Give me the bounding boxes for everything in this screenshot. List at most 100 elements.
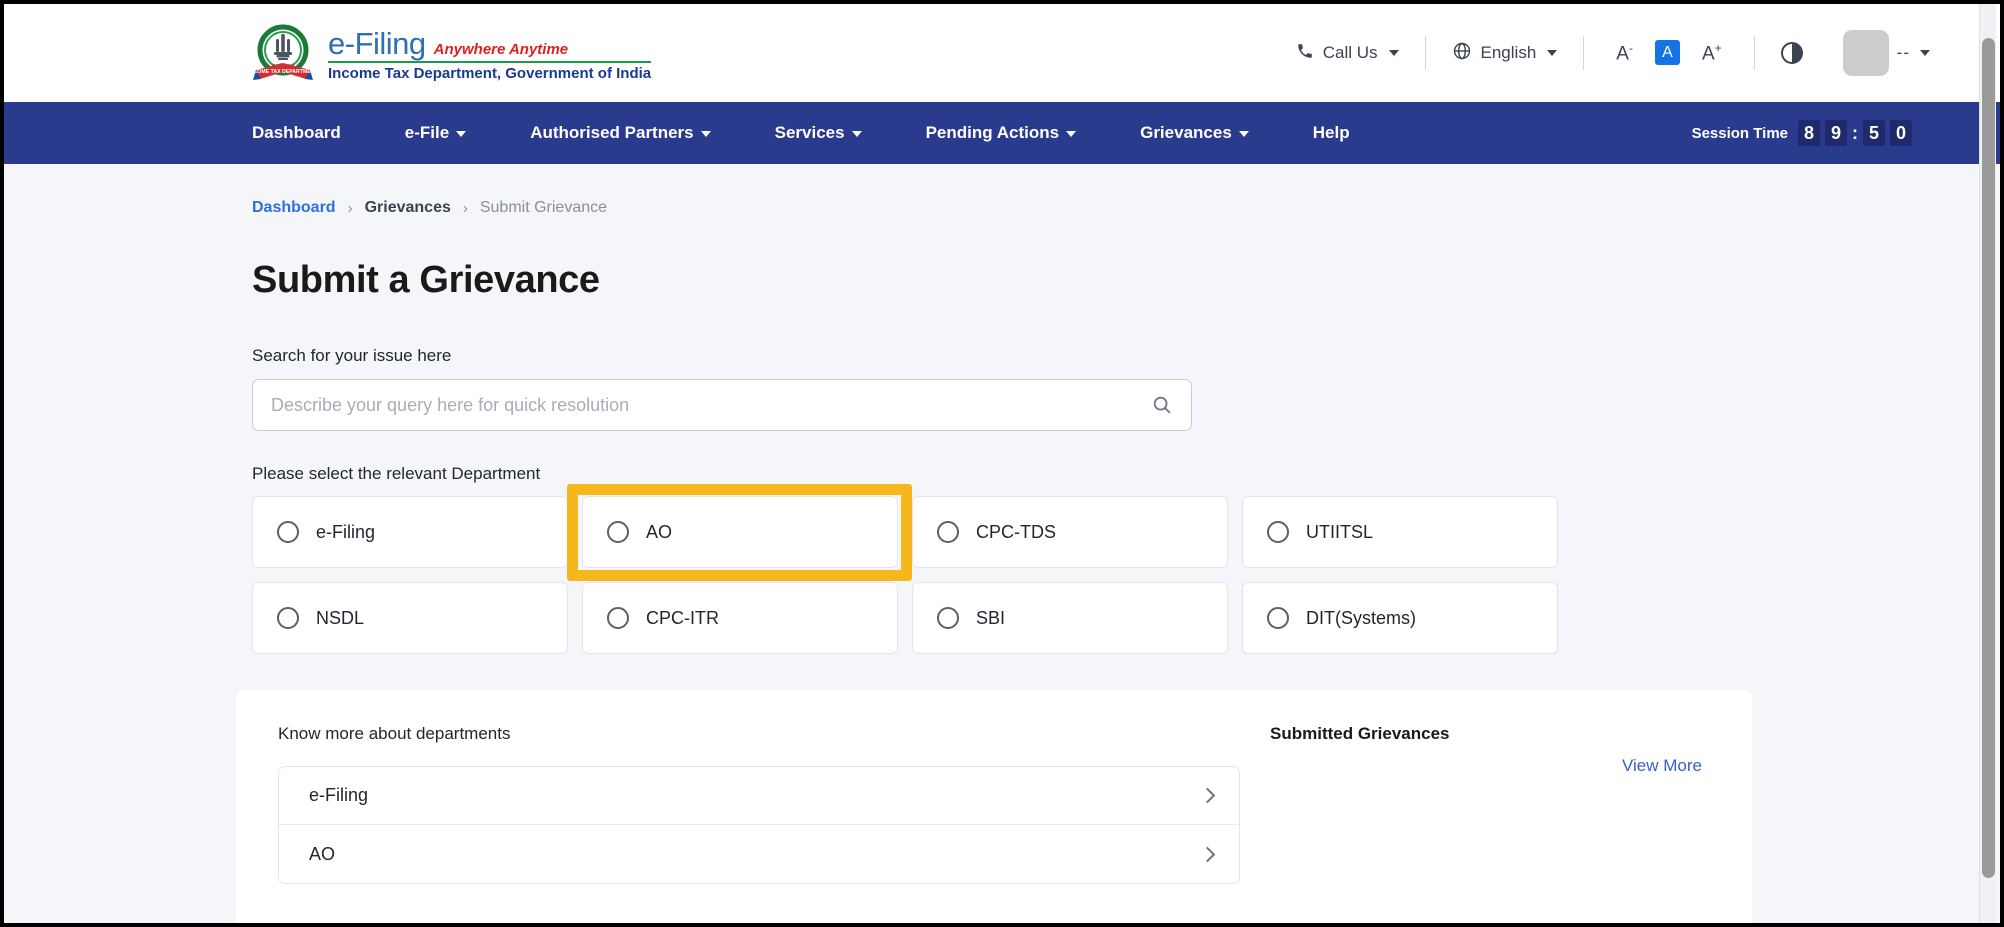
session-digit: 8: [1798, 120, 1820, 146]
know-more-heading: Know more about departments: [278, 724, 511, 743]
session-timer-digits: 8 9 : 5 0: [1798, 120, 1912, 146]
nav-label: e-File: [404, 123, 450, 142]
radio-icon[interactable]: [277, 521, 299, 543]
session-digit: 5: [1863, 120, 1885, 146]
nav-items: Dashboard e-File Authorised Partners Ser…: [252, 123, 1382, 143]
font-decrease-button[interactable]: A-: [1610, 40, 1639, 65]
browser-frame: सत्यमेव जयते INCOME TAX DEPARTMENT e-Fil…: [0, 0, 2004, 927]
nav-item-dashboard[interactable]: Dashboard: [252, 123, 373, 143]
list-item[interactable]: AO: [279, 825, 1239, 883]
chevron-right-icon: [1199, 846, 1216, 862]
list-item[interactable]: e-Filing: [279, 767, 1239, 825]
nav-label: Dashboard: [252, 123, 341, 142]
contrast-toggle[interactable]: [1755, 42, 1829, 64]
department-option-cpc-itr[interactable]: CPC-ITR: [582, 582, 898, 654]
brand-title: e-Filing: [328, 25, 426, 61]
globe-icon: [1452, 41, 1472, 66]
department-option-cpc-tds[interactable]: CPC-TDS: [912, 496, 1228, 568]
nav-item-help[interactable]: Help: [1281, 123, 1382, 143]
session-digit: 9: [1825, 120, 1847, 146]
radio-icon[interactable]: [1267, 607, 1289, 629]
language-menu[interactable]: English: [1426, 41, 1584, 66]
department-option-efiling[interactable]: e-Filing: [252, 496, 568, 568]
breadcrumb: Dashboard › Grievances › Submit Grievanc…: [252, 164, 2000, 217]
department-options-grid: e-Filing AO CPC-TDS UTIITSL NSDL CPC-ITR: [252, 484, 1562, 654]
chevron-right-icon: [1199, 787, 1216, 804]
chevron-down-icon: [456, 131, 467, 137]
session-digit: 0: [1890, 120, 1912, 146]
font-normal-button[interactable]: A: [1654, 40, 1680, 66]
chevron-down-icon: [1547, 50, 1558, 56]
nav-item-services[interactable]: Services: [743, 123, 894, 143]
language-label: English: [1480, 43, 1537, 62]
nav-item-grievances[interactable]: Grievances: [1108, 123, 1281, 143]
department-option-label: CPC-ITR: [646, 607, 719, 628]
search-icon[interactable]: [1151, 394, 1173, 416]
nav-label: Services: [774, 123, 845, 142]
contrast-icon: [1780, 42, 1803, 64]
nav-item-authorised-partners[interactable]: Authorised Partners: [498, 123, 742, 143]
brand-logo[interactable]: सत्यमेव जयते INCOME TAX DEPARTMENT e-Fil…: [248, 22, 652, 84]
department-option-sbi[interactable]: SBI: [912, 582, 1228, 654]
site-header: सत्यमेव जयते INCOME TAX DEPARTMENT e-Fil…: [4, 4, 2000, 102]
user-label: --: [1896, 43, 1910, 62]
brand-tagline: Anywhere Anytime: [433, 40, 569, 58]
know-more-section: Know more about departments e-Filing AO: [236, 724, 1240, 923]
search-box[interactable]: [252, 379, 1192, 431]
nav-item-efile[interactable]: e-File: [373, 123, 498, 143]
india-emblem-icon: सत्यमेव जयते INCOME TAX DEPARTMENT: [248, 22, 318, 84]
department-label: Please select the relevant Department: [252, 464, 541, 483]
submitted-grievances-section: Submitted Grievances View More: [1236, 724, 1752, 923]
page-viewport: सत्यमेव जयते INCOME TAX DEPARTMENT e-Fil…: [4, 4, 2000, 923]
department-option-label: NSDL: [316, 607, 365, 628]
session-timer: Session Time 8 9 : 5 0: [1692, 120, 1970, 146]
avatar: [1842, 30, 1889, 76]
search-input[interactable]: [271, 394, 1151, 416]
svg-text:INCOME TAX DEPARTMENT: INCOME TAX DEPARTMENT: [252, 69, 314, 75]
nav-item-pending-actions[interactable]: Pending Actions: [894, 123, 1109, 143]
page-content: Dashboard › Grievances › Submit Grievanc…: [4, 164, 2000, 923]
submitted-grievances-title: Submitted Grievances: [1270, 724, 1450, 743]
know-more-item-label: e-Filing: [309, 785, 369, 805]
page-title: Submit a Grievance: [252, 259, 600, 301]
scrollbar-thumb[interactable]: [1982, 38, 1995, 878]
know-more-list: e-Filing AO: [278, 766, 1240, 884]
radio-icon[interactable]: [607, 607, 629, 629]
vertical-scrollbar[interactable]: [1979, 4, 1996, 923]
breadcrumb-item-dashboard[interactable]: Dashboard: [252, 199, 336, 217]
department-option-ao[interactable]: AO: [582, 496, 898, 568]
font-increase-button[interactable]: A+: [1696, 40, 1728, 65]
nav-label: Authorised Partners: [530, 123, 694, 142]
main-navigation: Dashboard e-File Authorised Partners Ser…: [4, 102, 2000, 164]
department-option-nsdl[interactable]: NSDL: [252, 582, 568, 654]
user-menu[interactable]: --: [1842, 30, 1930, 76]
search-label: Search for your issue here: [252, 346, 452, 365]
department-option-utiitsl[interactable]: UTIITSL: [1242, 496, 1558, 568]
chevron-down-icon: [1238, 131, 1249, 137]
breadcrumb-separator: ›: [462, 199, 468, 217]
know-more-item-label: AO: [309, 843, 336, 864]
radio-icon[interactable]: [607, 521, 629, 543]
brand-subtitle: Income Tax Department, Government of Ind…: [328, 64, 652, 82]
view-more-link[interactable]: View More: [1270, 756, 1728, 776]
phone-icon: [1296, 42, 1314, 65]
call-us-menu[interactable]: Call Us: [1270, 42, 1425, 65]
breadcrumb-item-current: Submit Grievance: [479, 199, 608, 216]
radio-icon[interactable]: [277, 607, 299, 629]
breadcrumb-separator: ›: [347, 199, 353, 217]
nav-label: Pending Actions: [925, 123, 1060, 142]
chevron-down-icon: [1920, 50, 1930, 56]
radio-icon[interactable]: [1267, 521, 1289, 543]
department-option-label: AO: [646, 521, 673, 542]
breadcrumb-item-grievances[interactable]: Grievances: [365, 199, 451, 217]
chevron-down-icon: [700, 131, 711, 137]
radio-icon[interactable]: [937, 607, 959, 629]
chevron-down-icon: [1388, 50, 1399, 56]
department-option-label: SBI: [976, 607, 1006, 628]
department-option-label: e-Filing: [316, 521, 376, 542]
department-option-label: DIT(Systems): [1306, 607, 1416, 628]
department-option-dit-systems[interactable]: DIT(Systems): [1242, 582, 1558, 654]
radio-icon[interactable]: [937, 521, 959, 543]
header-utilities: Call Us English A- A A+ --: [1270, 30, 1970, 76]
session-timer-label: Session Time: [1691, 124, 1788, 142]
